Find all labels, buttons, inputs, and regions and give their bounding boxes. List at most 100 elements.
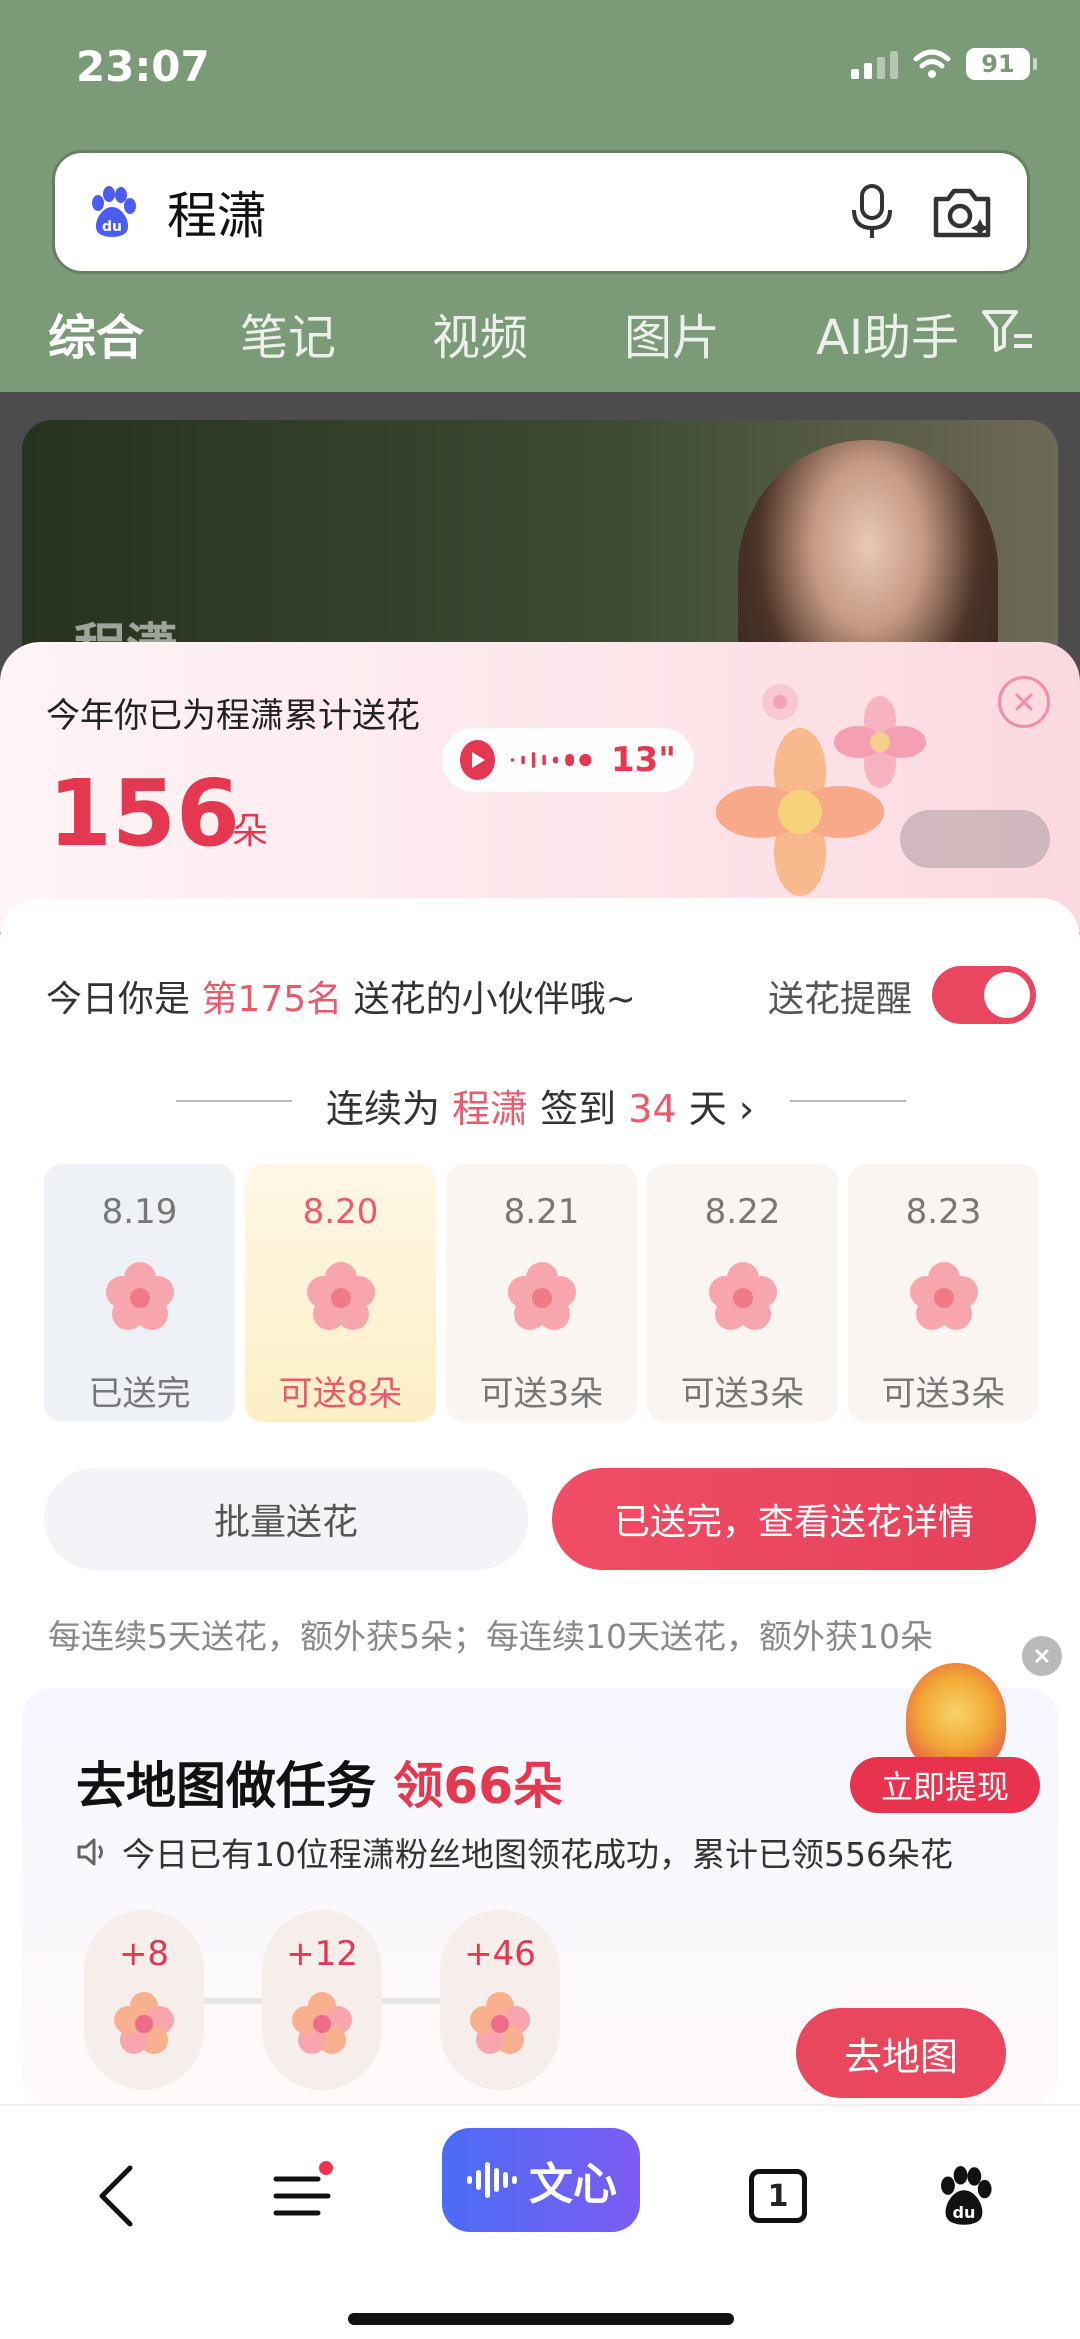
audio-duration: 13" <box>610 740 676 780</box>
rank-prefix: 今日你是 <box>46 979 191 1020</box>
flower-unit: 朵 <box>232 811 269 852</box>
divider-right <box>790 1100 906 1102</box>
withdraw-label: 立即提现 <box>850 1757 1040 1813</box>
streak-name: 程潇 <box>452 1087 529 1131</box>
streak-mid: 签到 <box>540 1087 617 1131</box>
baidu-paw-logo-icon: du <box>92 186 136 237</box>
bottom-nav: 文心 1 du <box>0 2104 1080 2339</box>
filter-icon[interactable] <box>980 306 1036 356</box>
day-date: 8.19 <box>101 1192 178 1232</box>
close-withdraw-button[interactable] <box>1022 1636 1062 1676</box>
search-input[interactable]: 程潇 <box>167 176 817 248</box>
flower-icon <box>470 1992 530 2054</box>
microphone-icon <box>852 184 892 238</box>
audio-wave-icon <box>510 752 592 768</box>
day-list: 8.19 已送完 8.20 可送8朵 8.21 可送3朵 8.22 可送3朵 8… <box>44 1164 1039 1422</box>
reward-step: +46 <box>440 1910 560 2090</box>
close-panel-button[interactable] <box>998 676 1050 728</box>
task-title-highlight: 领66朵 <box>393 1757 564 1815</box>
flower-bouquet-image <box>716 684 926 896</box>
day-card[interactable]: 8.21 可送3朵 <box>446 1164 637 1422</box>
flower-icon <box>708 1262 777 1330</box>
menu-button[interactable] <box>252 2146 352 2246</box>
search-bar[interactable]: du 程潇 <box>52 150 1030 274</box>
day-status: 可送3朵 <box>479 1374 604 1414</box>
withdraw-float-button[interactable]: 立即提现 <box>850 1663 1040 1813</box>
flower-icon <box>306 1262 375 1330</box>
day-status: 已送完 <box>88 1374 191 1414</box>
header: 23:07 91 du 程潇 综合 笔记 视频 图片 AI助手 <box>0 0 1080 398</box>
task-subtitle: 今日已有10位程潇粉丝地图领花成功，累计已领556朵花 <box>76 1828 953 1876</box>
reward-step: +12 <box>262 1910 382 2090</box>
status-icons: 91 <box>851 48 1037 80</box>
voice-wave-icon <box>467 2162 517 2198</box>
reward-value: +8 <box>118 1934 170 1974</box>
svg-text:du: du <box>953 2203 976 2222</box>
status-bar: 23:07 91 <box>76 38 1037 98</box>
menu-icon <box>273 2176 331 2216</box>
day-date: 8.23 <box>905 1192 982 1232</box>
day-status: 可送8朵 <box>278 1374 403 1414</box>
status-time: 23:07 <box>76 42 210 91</box>
today-rank-line: 今日你是 第175名 送花的小伙伴哦~ <box>46 970 636 1022</box>
go-to-map-button[interactable]: 去地图 <box>796 2008 1006 2098</box>
flower-icon <box>507 1262 576 1330</box>
rank-suffix: 送花的小伙伴哦~ <box>353 979 636 1020</box>
tabs-button[interactable]: 1 <box>728 2146 828 2246</box>
close-icon <box>1034 1648 1050 1664</box>
batch-send-button[interactable]: 批量送花 <box>44 1468 528 1570</box>
flower-icon <box>105 1262 174 1330</box>
day-date: 8.22 <box>704 1192 781 1232</box>
tab-ai-assistant[interactable]: AI助手 <box>816 298 959 368</box>
back-button[interactable] <box>66 2146 166 2246</box>
close-icon <box>1014 692 1034 712</box>
flower-icon <box>114 1992 174 2054</box>
flower-count: 156 <box>48 760 241 867</box>
day-card[interactable]: 8.22 可送3朵 <box>647 1164 838 1422</box>
reminder-toggle[interactable] <box>932 966 1036 1024</box>
day-date: 8.20 <box>302 1192 379 1232</box>
tab-images[interactable]: 图片 <box>624 298 720 368</box>
streak-line[interactable]: 连续为 程潇 签到 34 天 › <box>0 1078 1080 1133</box>
day-card[interactable]: 8.23 可送3朵 <box>848 1164 1039 1422</box>
tab-all[interactable]: 综合 <box>48 298 144 398</box>
decorative-pill <box>900 810 1050 868</box>
battery-icon: 91 <box>966 48 1037 80</box>
audio-message-button[interactable]: 13" <box>442 728 694 792</box>
day-date: 8.21 <box>503 1192 580 1232</box>
view-details-button[interactable]: 已送完，查看送花详情 <box>552 1468 1036 1570</box>
day-status: 可送3朵 <box>680 1374 805 1414</box>
wenxin-label: 文心 <box>529 2159 617 2210</box>
day-status: 可送3朵 <box>881 1374 1006 1414</box>
reminder-label: 送花提醒 <box>767 979 912 1020</box>
baidu-paw-icon: du <box>941 2166 992 2225</box>
flower-panel-header: 今年你已为程潇累计送花 156 朵 13" <box>0 642 1080 932</box>
yearly-flowers-label: 今年你已为程潇累计送花 <box>46 696 420 736</box>
back-arrow-icon <box>99 2165 133 2227</box>
notification-dot <box>316 2158 336 2178</box>
flower-panel-body: 今日你是 第175名 送花的小伙伴哦~ 送花提醒 连续为 程潇 签到 34 天 … <box>0 898 1080 2108</box>
voice-search-button[interactable] <box>837 177 907 247</box>
home-indicator[interactable] <box>348 2313 734 2325</box>
tab-notes[interactable]: 笔记 <box>240 298 336 368</box>
task-title: 去地图做任务 领66朵 <box>76 1746 563 1818</box>
task-title-text: 去地图做任务 <box>76 1757 376 1815</box>
svg-text:du: du <box>102 219 122 235</box>
streak-days: 34 <box>628 1087 677 1131</box>
wifi-icon <box>913 49 951 78</box>
day-card[interactable]: 8.20 可送8朵 <box>245 1164 436 1422</box>
reward-step: +8 <box>84 1910 204 2090</box>
day-card[interactable]: 8.19 已送完 <box>44 1164 235 1422</box>
tab-videos[interactable]: 视频 <box>432 298 528 368</box>
bonus-tip: 每连续5天送花，额外获5朵；每连续10天送花，额外获10朵 <box>48 1617 933 1656</box>
flower-icon <box>292 1992 352 2054</box>
search-tabs: 综合 笔记 视频 图片 AI助手 <box>48 298 1055 398</box>
task-subtitle-text: 今日已有10位程潇粉丝地图领花成功，累计已领556朵花 <box>122 1835 953 1874</box>
flower-icon <box>909 1262 978 1330</box>
tab-count-icon: 1 <box>749 2169 807 2223</box>
wenxin-button[interactable]: 文心 <box>442 2128 640 2232</box>
speaker-icon <box>77 1838 103 1866</box>
baidu-home-button[interactable]: du <box>914 2146 1014 2246</box>
image-search-button[interactable] <box>927 177 997 247</box>
streak-prefix: 连续为 <box>325 1087 440 1131</box>
